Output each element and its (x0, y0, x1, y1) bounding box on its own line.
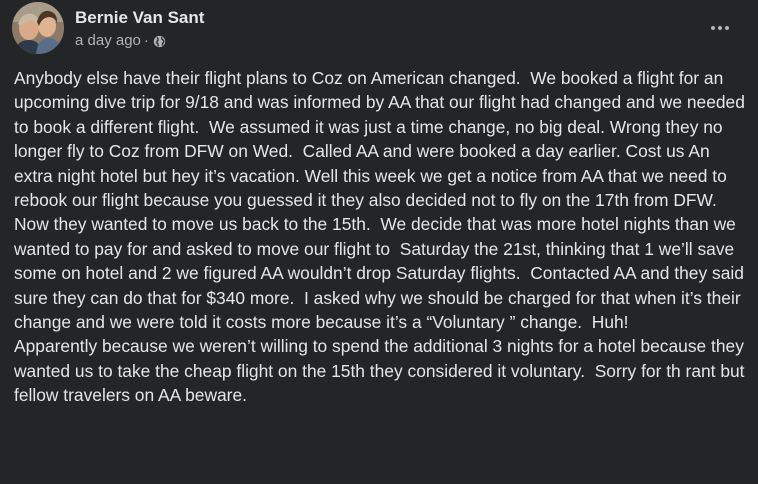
post-subline: a day ago · (75, 32, 204, 50)
post-meta: Bernie Van Sant a day ago · (75, 8, 204, 50)
globe-icon[interactable] (153, 35, 166, 48)
dot-icon (711, 26, 715, 30)
dot-icon (718, 26, 722, 30)
avatar-photo (12, 2, 64, 54)
separator-dot: · (143, 32, 149, 49)
post-timestamp[interactable]: a day ago (75, 32, 141, 50)
post-paragraph: Apparently because we weren’t willing to… (14, 336, 750, 406)
post-card: Bernie Van Sant a day ago · Anybody else… (0, 0, 758, 484)
post-paragraph: Anybody else have their flight plans to … (14, 68, 750, 333)
avatar[interactable] (12, 2, 64, 54)
post-body: Anybody else have their flight plans to … (14, 66, 752, 408)
post-header: Bernie Van Sant a day ago · (12, 2, 204, 54)
author-name[interactable]: Bernie Van Sant (75, 8, 204, 28)
more-options-icon[interactable] (702, 10, 738, 46)
dot-icon (725, 26, 729, 30)
